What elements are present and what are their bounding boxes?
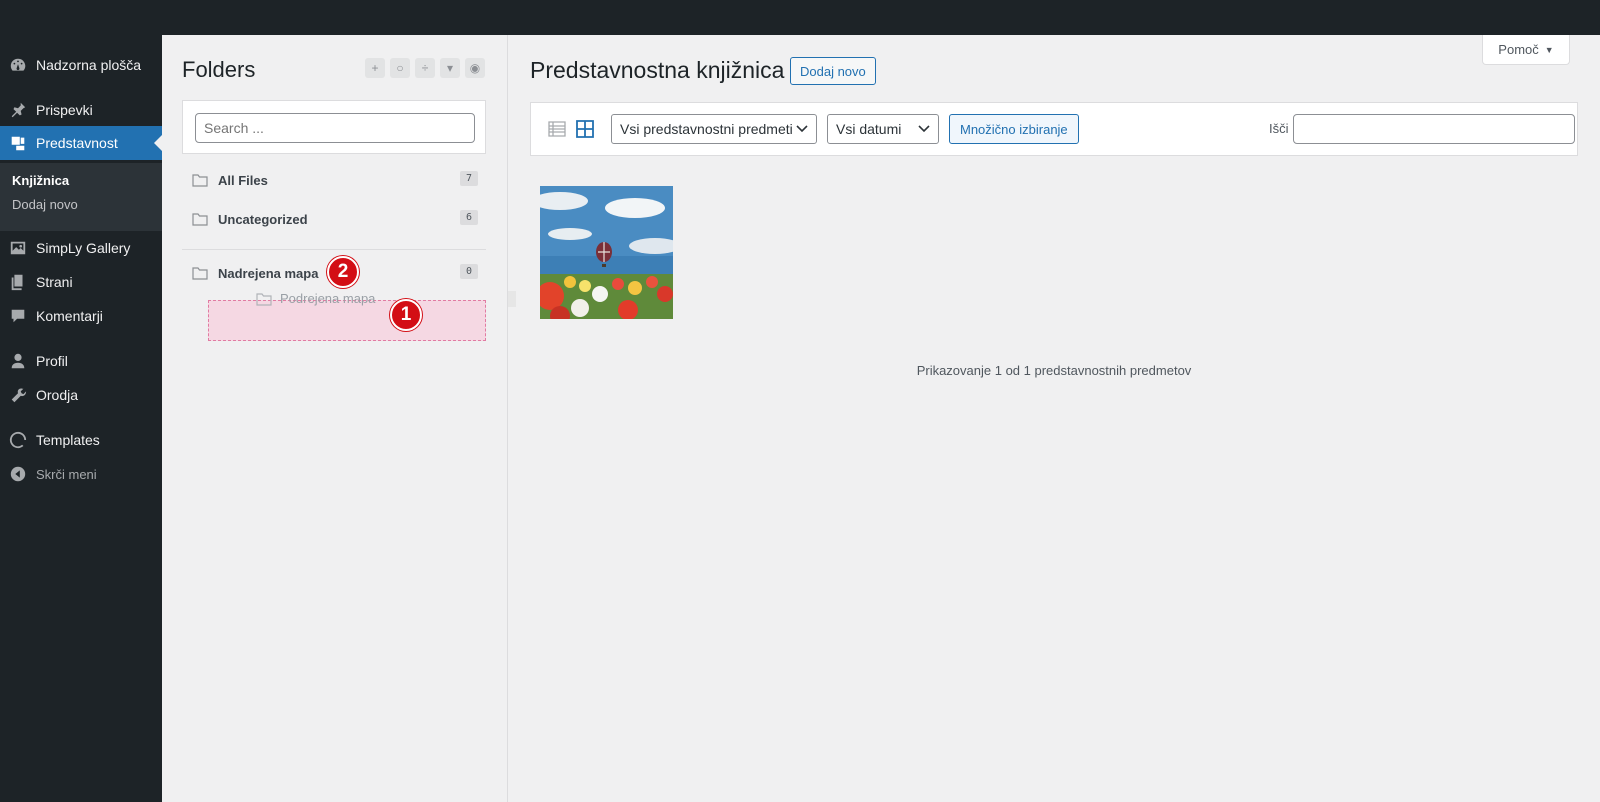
- help-button[interactable]: Pomoč ▼: [1482, 35, 1570, 65]
- menu-dashboard[interactable]: Nadzorna plošča: [0, 48, 162, 82]
- step-badge-2: 2: [327, 256, 359, 288]
- media-icon: [0, 134, 36, 152]
- menu-pages[interactable]: Strani: [0, 265, 162, 299]
- menu-tools[interactable]: Orodja: [0, 378, 162, 412]
- list-view-icon[interactable]: [547, 119, 567, 139]
- folders-panel: Folders + ○ ÷ ▾ ◉ All Files 7 Uncategori…: [162, 35, 508, 802]
- menu-profile-label: Profil: [36, 353, 68, 369]
- date-value: Vsi datumi: [836, 121, 902, 137]
- folder-icon: [256, 292, 272, 306]
- circle-icon[interactable]: ○: [390, 58, 410, 78]
- menu-dashboard-label: Nadzorna plošča: [36, 57, 142, 73]
- templates-icon: [0, 431, 36, 449]
- user-icon: [0, 352, 36, 370]
- chevron-down-icon: [918, 125, 930, 133]
- admin-bar: [0, 0, 1600, 35]
- folders-title: Folders: [182, 57, 256, 82]
- menu-posts-label: Prispevki: [36, 102, 93, 118]
- menu-templates-label: Templates: [36, 432, 100, 448]
- media-type-select[interactable]: Vsi predstavnostni predmeti: [611, 114, 817, 144]
- menu-gallery[interactable]: SimpLy Gallery: [0, 231, 162, 265]
- menu-templates[interactable]: Templates: [0, 423, 162, 457]
- eye-icon[interactable]: ◉: [465, 58, 485, 78]
- folder-uncategorized[interactable]: Uncategorized 6: [192, 208, 478, 230]
- caret-down-icon: ▼: [1544, 44, 1554, 55]
- bulk-select-button[interactable]: Množično izbiranje: [949, 114, 1079, 144]
- step-badge-1: 1: [390, 299, 422, 331]
- collapse-icon: [0, 465, 36, 483]
- search-label: Išči: [1269, 121, 1289, 136]
- folder-all-files[interactable]: All Files 7: [192, 169, 478, 191]
- wrench-icon: [0, 386, 36, 404]
- menu-pages-label: Strani: [36, 274, 73, 290]
- media-library: Pomoč ▼ Predstavnostna knjižnica Dodaj n…: [508, 35, 1600, 802]
- menu-profile[interactable]: Profil: [0, 344, 162, 378]
- pin-icon: [0, 101, 36, 119]
- comment-icon: [0, 307, 36, 325]
- menu-tools-label: Orodja: [36, 387, 79, 403]
- date-select[interactable]: Vsi datumi: [827, 114, 939, 144]
- drop-zone[interactable]: [208, 300, 486, 341]
- dragged-folder-label: Podrejena mapa: [280, 291, 376, 306]
- folder-toolbar: + ○ ÷ ▾ ◉: [365, 58, 485, 78]
- balloon-tulips-image: [540, 186, 673, 319]
- panel-resize-handle[interactable]: [508, 291, 516, 307]
- page-title: Predstavnostna knjižnica: [530, 57, 785, 83]
- media-type-value: Vsi predstavnostni predmeti: [620, 121, 793, 137]
- menu-collapse[interactable]: Skrči meni: [0, 457, 162, 491]
- media-submenu: Knjižnica Dodaj novo: [0, 163, 162, 231]
- menu-media[interactable]: Predstavnost: [0, 126, 162, 160]
- folder-count: 0: [459, 264, 478, 279]
- admin-sidebar: Nadzorna plošča Prispevki Predstavnost K…: [0, 35, 162, 802]
- folder-count: 6: [459, 210, 478, 225]
- status-text: Prikazovanje 1 od 1 predstavnostnih pred…: [916, 363, 1192, 378]
- folder-icon: [192, 267, 208, 280]
- add-folder-icon[interactable]: +: [365, 58, 385, 78]
- sort-icon[interactable]: ▾: [440, 58, 460, 78]
- folder-search-input[interactable]: [195, 113, 475, 143]
- folder-icon: [192, 213, 208, 226]
- folder-search-box: [182, 100, 486, 154]
- menu-comments-label: Komentarji: [36, 308, 103, 324]
- media-toolbar: Vsi predstavnostni predmeti Vsi datumi M…: [530, 102, 1578, 156]
- folder-label: Nadrejena mapa: [218, 265, 319, 281]
- media-search-input[interactable]: [1293, 114, 1575, 144]
- menu-gallery-label: SimpLy Gallery: [36, 240, 131, 256]
- chevron-down-icon: [796, 125, 808, 133]
- folder-icon: [192, 174, 208, 187]
- media-thumbnail[interactable]: [540, 186, 673, 319]
- folder-label: Uncategorized: [218, 211, 308, 227]
- menu-media-label: Predstavnost: [36, 135, 118, 151]
- menu-collapse-label: Skrči meni: [36, 466, 97, 482]
- help-label: Pomoč: [1498, 42, 1539, 57]
- collapse-all-icon[interactable]: ÷: [415, 58, 435, 78]
- grid-view-icon[interactable]: [575, 119, 595, 139]
- folder-label: All Files: [218, 172, 268, 188]
- folder-count: 7: [459, 171, 478, 186]
- dashboard-icon: [0, 56, 36, 74]
- submenu-add-new[interactable]: Dodaj novo: [0, 191, 162, 219]
- dragged-folder[interactable]: Podrejena mapa: [256, 291, 375, 306]
- folder-divider: [182, 249, 486, 250]
- menu-comments[interactable]: Komentarji: [0, 299, 162, 333]
- gallery-icon: [0, 239, 36, 257]
- menu-posts[interactable]: Prispevki: [0, 93, 162, 127]
- submenu-library[interactable]: Knjižnica: [0, 163, 162, 191]
- add-new-button[interactable]: Dodaj novo: [790, 57, 876, 85]
- pages-icon: [0, 273, 36, 291]
